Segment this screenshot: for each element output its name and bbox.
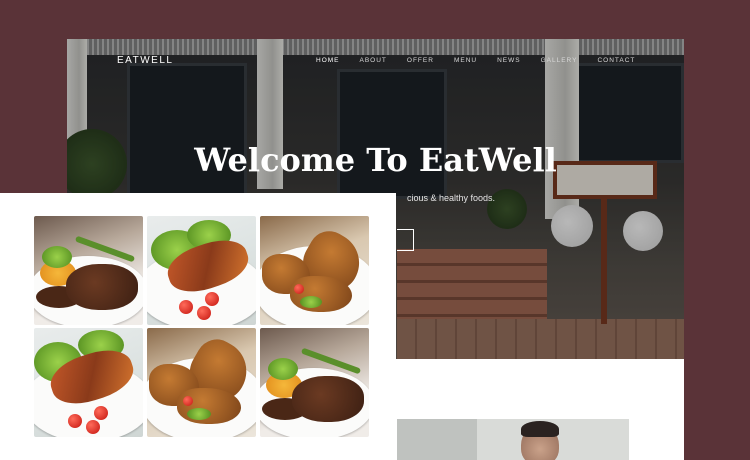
nav-item-offer[interactable]: OFFER bbox=[407, 57, 434, 64]
steak-meat bbox=[66, 264, 138, 310]
tomato bbox=[294, 284, 304, 294]
nav-menu: HOME ABOUT OFFER MENU NEWS GALLERY CONTA… bbox=[316, 57, 655, 64]
gallery-image-chicken[interactable] bbox=[147, 328, 256, 437]
gallery-image-fish[interactable] bbox=[34, 328, 143, 437]
lettuce bbox=[42, 246, 72, 268]
tomato bbox=[183, 396, 193, 406]
food-gallery-grid bbox=[34, 216, 369, 437]
chef-photo bbox=[397, 419, 629, 460]
tomato bbox=[94, 406, 108, 420]
chicken-piece bbox=[290, 276, 352, 312]
nav-item-about[interactable]: ABOUT bbox=[360, 57, 387, 64]
chef-hair bbox=[521, 421, 559, 437]
nav-item-news[interactable]: NEWS bbox=[497, 57, 521, 64]
hero-headline: Welcome To EatWell bbox=[194, 141, 557, 179]
food-gallery-card bbox=[0, 193, 396, 460]
nav-item-home[interactable]: HOME bbox=[316, 57, 340, 64]
gallery-image-fish[interactable] bbox=[147, 216, 256, 325]
herbs bbox=[300, 296, 322, 308]
hero-cta-button[interactable] bbox=[397, 229, 414, 251]
gallery-image-steak[interactable] bbox=[260, 328, 369, 437]
steak-meat bbox=[292, 376, 364, 422]
nav-item-menu[interactable]: MENU bbox=[454, 57, 477, 64]
hero-tagline: cious & healthy foods. bbox=[407, 193, 496, 203]
lettuce bbox=[268, 358, 298, 380]
door-decoration bbox=[397, 419, 477, 460]
tomato bbox=[197, 306, 211, 320]
nav-item-contact[interactable]: CONTACT bbox=[597, 57, 635, 64]
gallery-image-steak[interactable] bbox=[34, 216, 143, 325]
tomato bbox=[179, 300, 193, 314]
tomato bbox=[68, 414, 82, 428]
chicken-piece bbox=[177, 388, 241, 424]
tomato bbox=[205, 292, 219, 306]
tomato bbox=[86, 420, 100, 434]
gallery-image-chicken[interactable] bbox=[260, 216, 369, 325]
nav-item-gallery[interactable]: GALLERY bbox=[541, 57, 578, 64]
herbs bbox=[187, 408, 211, 420]
brand-logo[interactable]: EATWELL bbox=[117, 55, 173, 66]
top-navigation: EATWELL HOME ABOUT OFFER MENU NEWS GALLE… bbox=[67, 55, 684, 75]
